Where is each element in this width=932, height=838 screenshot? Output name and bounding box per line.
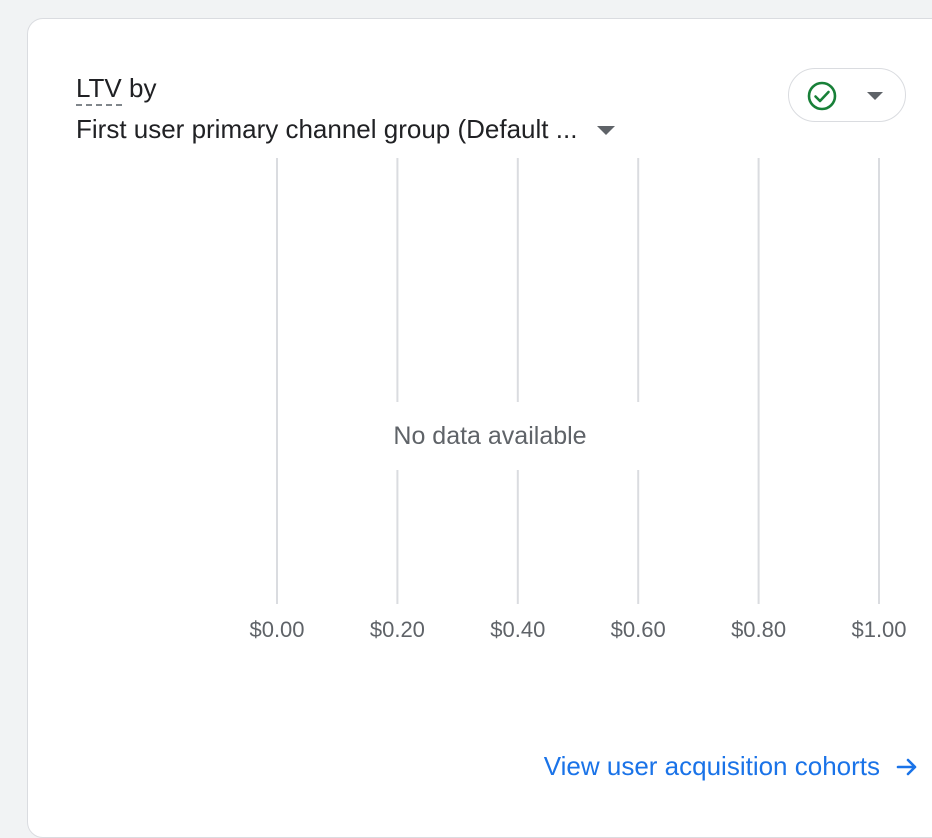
dimension-selector[interactable]: First user primary channel group (Defaul…	[76, 113, 616, 145]
check-circle-icon	[807, 81, 837, 111]
view-cohorts-link[interactable]: View user acquisition cohorts	[544, 751, 920, 782]
by-label: by	[129, 73, 157, 103]
view-cohorts-label: View user acquisition cohorts	[543, 751, 880, 781]
data-quality-button[interactable]	[788, 68, 906, 122]
dimension-label: First user primary channel group (Defaul…	[76, 114, 578, 144]
chevron-down-icon[interactable]	[597, 125, 616, 135]
no-data-message: No data available	[340, 402, 640, 470]
card-title: LTV by	[76, 73, 157, 106]
chevron-down-icon	[867, 92, 883, 100]
arrow-right-icon	[896, 758, 917, 775]
metric-label[interactable]: LTV	[76, 73, 122, 106]
